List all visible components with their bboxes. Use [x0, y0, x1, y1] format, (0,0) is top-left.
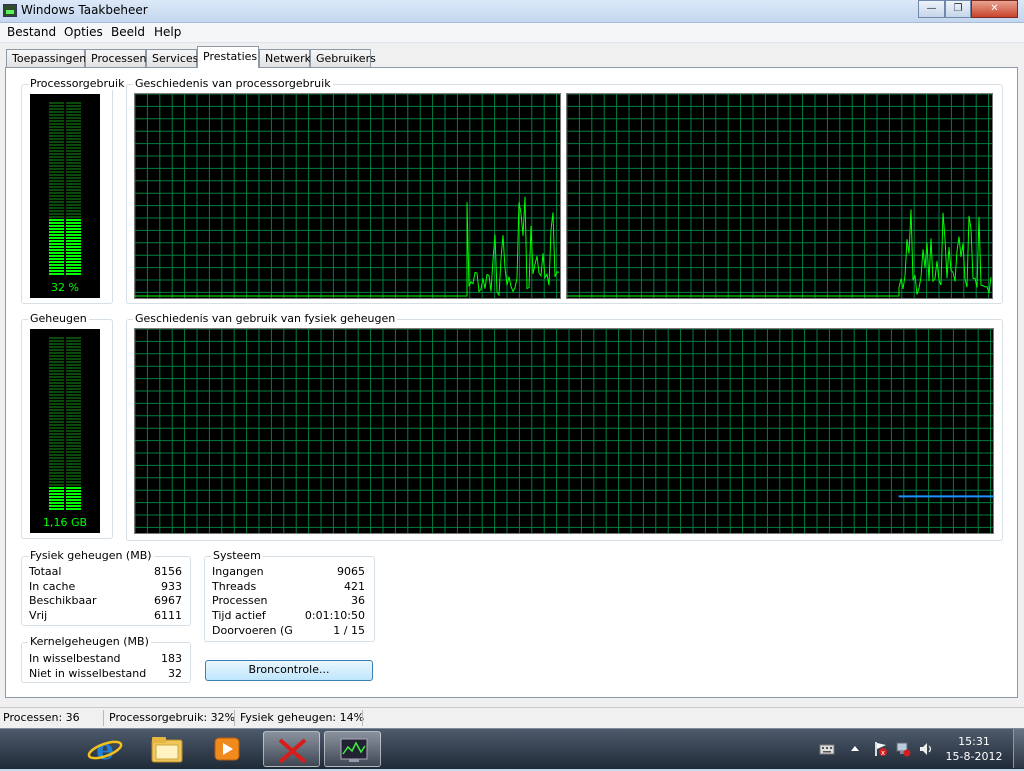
memory-history-title: Geschiedenis van gebruik van fysiek gehe…	[133, 312, 398, 325]
stat-value: 6111	[154, 609, 182, 622]
taskbar: e x	[0, 728, 1024, 769]
cpu-meter-bars	[49, 102, 81, 275]
svg-text:x: x	[881, 749, 885, 757]
status-separator	[362, 710, 363, 726]
memory-usage-value: 1,16 GB	[42, 516, 88, 529]
system-row-uptime: Tijd actief 0:01:10:50	[212, 609, 365, 624]
show-hidden-icons-arrow[interactable]	[847, 741, 863, 757]
stat-value: 8156	[154, 565, 182, 578]
internet-explorer-icon[interactable]: e	[78, 731, 132, 767]
system-group: Systeem Ingangen 9065 Threads 421 Proces…	[204, 549, 375, 642]
kernel-memory-row-paged: In wisselbestand 183	[29, 652, 182, 667]
stat-label: Threads	[212, 580, 257, 593]
stat-value: 0:01:10:50	[304, 609, 365, 622]
minimize-button[interactable]: —	[918, 0, 945, 18]
status-separator	[103, 710, 104, 726]
status-separator	[234, 710, 235, 726]
physical-memory-row-total: Totaal 8156	[29, 565, 182, 580]
memory-history-graph	[134, 328, 994, 534]
stat-value: 1 / 15	[333, 624, 365, 637]
menu-bar: Bestand Opties Beeld Help	[0, 23, 1024, 43]
status-cpu: Processorgebruik: 32%	[109, 711, 236, 724]
tab-toepassingen[interactable]: Toepassingen	[6, 49, 86, 67]
stat-label: Ingangen	[212, 565, 264, 578]
media-player-icon[interactable]	[200, 731, 254, 767]
network-icon[interactable]	[895, 741, 911, 757]
svg-text:e: e	[96, 733, 114, 766]
tab-netwerk[interactable]: Netwerk	[259, 49, 311, 67]
windows-explorer-icon[interactable]	[140, 731, 194, 767]
tab-prestaties[interactable]: Prestaties	[197, 46, 259, 68]
system-row-processes: Processen 36	[212, 594, 365, 609]
task-manager-taskbar-icon[interactable]	[324, 731, 381, 767]
cpu-history-title: Geschiedenis van processorgebruik	[133, 77, 333, 90]
system-row-handles: Ingangen 9065	[212, 565, 365, 580]
stat-label: Niet in wisselbestand	[29, 667, 147, 680]
tab-processen[interactable]: Processen	[85, 49, 146, 67]
cpu-usage-title: Processorgebruik	[28, 77, 127, 90]
stat-label: Vrij	[29, 609, 48, 622]
memory-meter: 1,16 GB	[30, 329, 100, 533]
cpu-meter: 32 %	[30, 94, 100, 298]
system-row-commit: Doorvoeren (G 1 / 15	[212, 624, 365, 639]
status-memory: Fysiek geheugen: 14%	[240, 711, 365, 724]
stat-value: 36	[351, 594, 365, 607]
status-bar: Processen: 36 Processorgebruik: 32% Fysi…	[0, 707, 1024, 729]
physical-memory-group: Fysiek geheugen (MB) Totaal 8156 In cach…	[21, 549, 191, 626]
status-processes: Processen: 36	[3, 711, 80, 724]
stat-value: 32	[168, 667, 182, 680]
menu-help[interactable]: Help	[154, 25, 181, 39]
stat-label: Totaal	[29, 565, 62, 578]
clock-date: 15-8-2012	[945, 750, 1003, 763]
title-bar[interactable]: Windows Taakbeheer — ❐ ✕	[0, 0, 1024, 23]
stat-label: Processen	[212, 594, 268, 607]
system-row-threads: Threads 421	[212, 580, 365, 595]
stat-label: Doorvoeren (G	[212, 624, 293, 637]
keyboard-icon[interactable]	[819, 741, 835, 757]
cpu-history-graph-core-2	[566, 93, 993, 299]
task-manager-window: Windows Taakbeheer — ❐ ✕ Bestand Opties …	[0, 0, 1024, 729]
stat-value: 183	[161, 652, 182, 665]
memory-meter-bars	[49, 337, 81, 510]
stat-value: 933	[161, 580, 182, 593]
taskbar-clock[interactable]: 15:31 15-8-2012	[937, 734, 1011, 764]
kernel-memory-group: Kernelgeheugen (MB) In wisselbestand 183…	[21, 635, 191, 683]
physical-memory-row-available: Beschikbaar 6967	[29, 594, 182, 609]
kernel-memory-row-nonpaged: Niet in wisselbestand 32	[29, 667, 182, 682]
cpu-usage-value: 32 %	[51, 281, 79, 294]
resource-monitor-button[interactable]: Broncontrole...	[205, 660, 373, 681]
show-desktop-button[interactable]	[1013, 729, 1024, 768]
task-manager-icon	[3, 4, 17, 17]
restore-button[interactable]: ❐	[945, 0, 971, 18]
stat-label: In cache	[29, 580, 76, 593]
stat-value: 9065	[337, 565, 365, 578]
memory-usage-title: Geheugen	[28, 312, 89, 325]
stat-value: 6967	[154, 594, 182, 607]
app-x-icon[interactable]	[263, 731, 320, 767]
kernel-memory-title: Kernelgeheugen (MB)	[28, 635, 151, 648]
close-button[interactable]: ✕	[971, 0, 1018, 18]
menu-beeld[interactable]: Beeld	[111, 25, 145, 39]
window-title: Windows Taakbeheer	[21, 3, 148, 17]
stat-label: Tijd actief	[212, 609, 266, 622]
start-button[interactable]	[6, 733, 52, 765]
clock-time: 15:31	[958, 735, 990, 748]
tab-services[interactable]: Services	[146, 49, 198, 67]
physical-memory-row-free: Vrij 6111	[29, 609, 182, 624]
system-title: Systeem	[211, 549, 263, 562]
action-center-icon[interactable]: x	[872, 741, 888, 757]
physical-memory-title: Fysiek geheugen (MB)	[28, 549, 154, 562]
menu-opties[interactable]: Opties	[64, 25, 103, 39]
volume-icon[interactable]	[918, 741, 934, 757]
physical-memory-row-cache: In cache 933	[29, 580, 182, 595]
cpu-history-graph-core-1	[134, 93, 561, 299]
menu-bestand[interactable]: Bestand	[7, 25, 56, 39]
stat-label: In wisselbestand	[29, 652, 121, 665]
stat-value: 421	[344, 580, 365, 593]
stat-label: Beschikbaar	[29, 594, 97, 607]
tab-gebruikers[interactable]: Gebruikers	[310, 49, 376, 67]
